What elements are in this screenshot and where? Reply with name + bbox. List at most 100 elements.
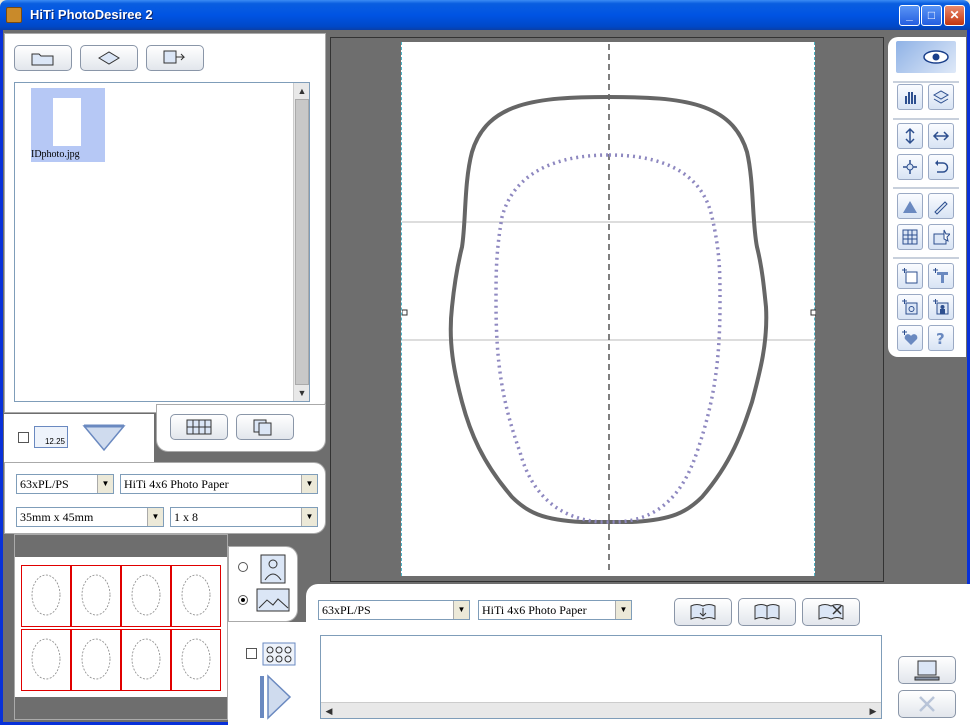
stamp-button[interactable] [928, 224, 954, 250]
close-button[interactable]: ✕ [944, 5, 965, 26]
svg-text:?: ? [936, 330, 945, 347]
crop-icon [903, 201, 917, 213]
rotate-icon [935, 160, 949, 173]
scroll-down-arrow[interactable]: ▼ [294, 385, 310, 401]
layout-count-select[interactable]: 1 x 8 ▼ [170, 507, 318, 527]
brush-button[interactable] [928, 193, 954, 219]
export-icon [163, 50, 186, 64]
scroll-up-arrow[interactable]: ▲ [294, 83, 310, 99]
flip-horizontal-button[interactable] [928, 123, 954, 149]
chevron-down-icon: ▼ [301, 508, 317, 526]
add-frame-button[interactable] [897, 263, 923, 289]
chevron-down-icon: ▼ [147, 508, 163, 526]
move-icon [903, 160, 917, 174]
chevron-down-icon: ▼ [615, 601, 631, 619]
date-stamp-checkbox[interactable] [18, 432, 29, 443]
vertical-scrollbar[interactable]: ▲ ▼ [293, 83, 309, 401]
print-button[interactable] [898, 656, 956, 684]
maximize-button[interactable]: □ [921, 5, 942, 26]
multi-layout-checkbox[interactable] [246, 648, 257, 659]
collapse-down-icon[interactable] [82, 424, 126, 452]
grid-layout-icon [186, 419, 212, 435]
add-photo-button[interactable] [897, 294, 923, 320]
delete-album-icon [818, 604, 844, 620]
file-list[interactable]: IDphoto.jpg ▲ ▼ [14, 82, 310, 402]
bottom-printer-select[interactable]: 63xPL/PS ▼ [318, 600, 470, 620]
copy-layout-button[interactable] [236, 414, 294, 440]
help-icon: ? [936, 330, 945, 347]
bottom-paper-select-value: HiTi 4x6 Photo Paper [482, 603, 587, 617]
date-stamp-label: 12.25 [44, 437, 65, 446]
add-text-button[interactable] [928, 263, 954, 289]
preview-eye-button[interactable] [896, 41, 956, 73]
grid-icon [902, 229, 918, 245]
add-text-icon [933, 268, 948, 283]
stamp-icon [933, 229, 950, 245]
layout-face-guides [31, 574, 211, 680]
photo-size-select[interactable]: 35mm x 45mm ▼ [16, 507, 164, 527]
add-person-button[interactable] [928, 294, 954, 320]
add-heart-button[interactable] [897, 325, 923, 351]
layout-preview-top-bar [15, 535, 227, 557]
landscape-icon [256, 588, 290, 612]
right-toolbar: ? [888, 37, 966, 357]
date-stamp-icon: 12.25 [34, 426, 68, 448]
add-frame-icon [902, 268, 918, 284]
close-icon [919, 696, 935, 712]
printer-select-value: 63xPL/PS [20, 477, 69, 491]
add-heart-icon [902, 330, 918, 345]
help-button[interactable]: ? [928, 325, 954, 351]
export-button[interactable] [146, 45, 204, 71]
layout-preview-bottom-bar [15, 697, 227, 719]
photo-size-select-value: 35mm x 45mm [20, 510, 94, 524]
move-button[interactable] [897, 154, 923, 180]
grid-button[interactable] [897, 224, 923, 250]
layers-button[interactable] [928, 84, 954, 110]
toolbar-separator [893, 257, 959, 259]
chevron-down-icon: ▼ [97, 475, 113, 493]
toolbar-separator [893, 81, 959, 83]
flip-vertical-icon [905, 127, 915, 145]
thumbnail-preview [53, 98, 81, 146]
next-arrow-icon[interactable] [256, 674, 292, 720]
hand-pan-button[interactable] [897, 84, 923, 110]
scroll-thumb[interactable] [295, 99, 309, 385]
scroll-left-arrow[interactable]: ◀ [321, 703, 337, 719]
printer-select[interactable]: 63xPL/PS ▼ [16, 474, 114, 494]
minimize-button[interactable]: _ [899, 5, 920, 26]
copy-layout-icon [253, 419, 272, 436]
scroll-right-arrow[interactable]: ▶ [865, 703, 881, 719]
portrait-icon [260, 554, 286, 584]
paper-select[interactable]: HiTi 4x6 Photo Paper ▼ [120, 474, 318, 494]
flip-vertical-button[interactable] [897, 123, 923, 149]
message-box: ◀ ▶ [320, 635, 882, 719]
save-album-icon [690, 604, 716, 620]
save-album-button[interactable] [674, 598, 732, 626]
app-icon [6, 7, 22, 23]
crop-button[interactable] [897, 193, 923, 219]
title-bar: HiTi PhotoDesiree 2 _ □ ✕ [0, 0, 970, 30]
face-guide-overlay [401, 44, 817, 574]
paper-select-value: HiTi 4x6 Photo Paper [124, 477, 229, 491]
window-title: HiTi PhotoDesiree 2 [30, 7, 153, 22]
open-album-button[interactable] [80, 45, 138, 71]
file-name: IDphoto.jpg [31, 149, 80, 160]
cancel-button[interactable] [898, 690, 956, 718]
brush-icon [934, 201, 948, 215]
horizontal-scrollbar[interactable]: ◀ ▶ [321, 702, 881, 718]
editing-canvas[interactable] [330, 37, 884, 582]
toolbar-separator [893, 187, 959, 189]
open-book-button[interactable] [738, 598, 796, 626]
bottom-printer-select-value: 63xPL/PS [322, 603, 371, 617]
grid-layout-button[interactable] [170, 414, 228, 440]
rotate-button[interactable] [928, 154, 954, 180]
layers-icon [932, 90, 950, 104]
bottom-paper-select[interactable]: HiTi 4x6 Photo Paper ▼ [478, 600, 632, 620]
layout-count-select-value: 1 x 8 [174, 510, 198, 524]
print-icon [914, 660, 940, 681]
open-folder-button[interactable] [14, 45, 72, 71]
portrait-radio[interactable] [238, 562, 248, 572]
chevron-down-icon: ▼ [301, 475, 317, 493]
delete-album-button[interactable] [802, 598, 860, 626]
landscape-radio[interactable] [238, 595, 248, 605]
